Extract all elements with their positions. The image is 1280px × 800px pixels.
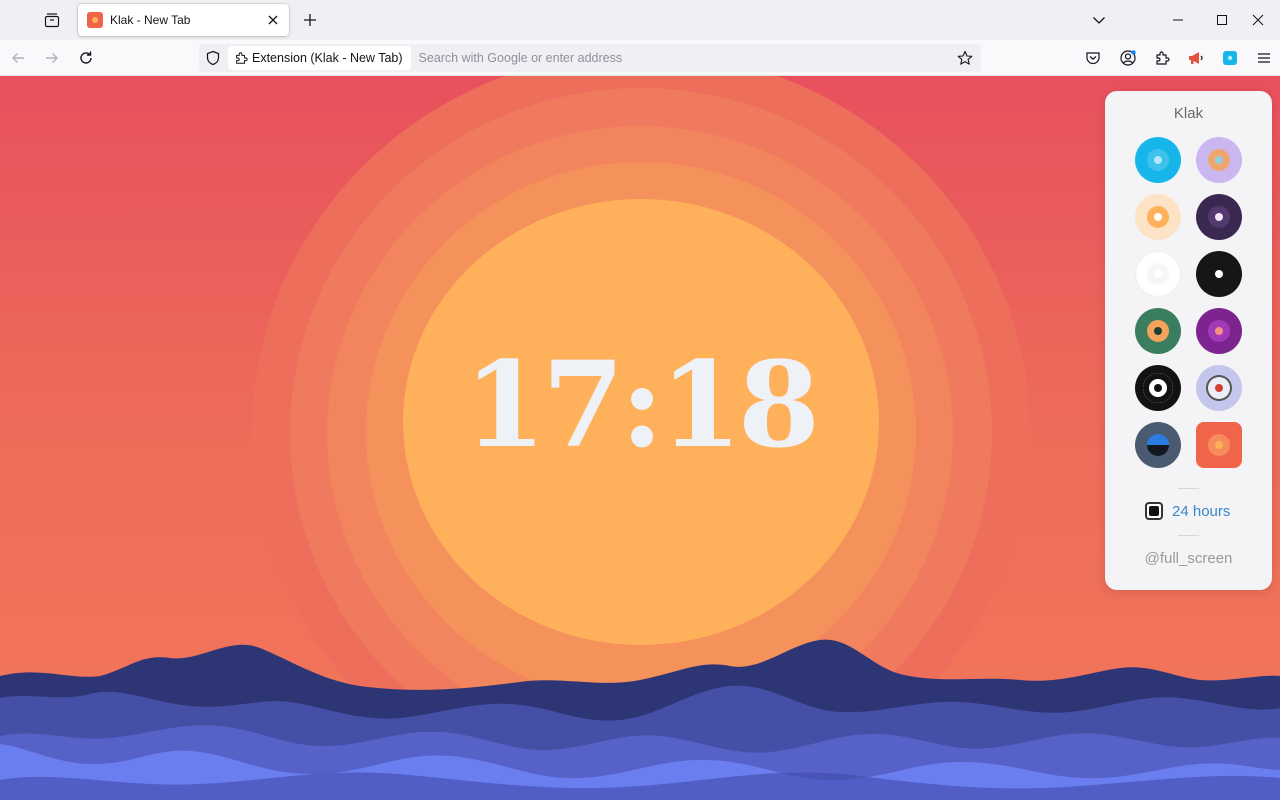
megaphone-icon: [1189, 52, 1203, 64]
theme-swatch-blue-sky[interactable]: [1135, 137, 1181, 183]
pocket-icon: [1086, 52, 1100, 65]
forward-arrow-icon: [46, 53, 58, 63]
klak-extension-button[interactable]: [1214, 42, 1246, 74]
puzzle-icon: [236, 52, 248, 64]
bookmark-star-button[interactable]: [951, 44, 979, 72]
close-icon: [268, 15, 278, 25]
reload-icon: [80, 51, 92, 64]
app-menu-button[interactable]: [1248, 42, 1280, 74]
swatch-dot: [1215, 441, 1223, 449]
theme-swatch-black[interactable]: [1196, 251, 1242, 297]
theme-swatch-periwinkle[interactable]: [1196, 365, 1242, 411]
reload-button[interactable]: [70, 42, 102, 74]
tab-list-icon: [44, 13, 60, 28]
swatch-dot: [1154, 156, 1162, 164]
swatch-dot: [1154, 270, 1162, 278]
24-hours-toggle[interactable]: 24 hours: [1145, 502, 1230, 520]
theme-swatch-white[interactable]: [1135, 251, 1181, 297]
extensions-button[interactable]: [1146, 42, 1178, 74]
account-button[interactable]: [1112, 42, 1144, 74]
forward-button[interactable]: [36, 42, 68, 74]
swatch-dot: [1215, 384, 1223, 392]
swatch-ring: [1208, 434, 1230, 456]
mountain-waves: [0, 639, 1280, 800]
theme-swatch-sunset[interactable]: [1196, 422, 1242, 468]
theme-swatch-ocean-night[interactable]: [1135, 422, 1181, 468]
close-window-icon: [1252, 14, 1264, 26]
announcement-button[interactable]: [1180, 42, 1212, 74]
swatch-ring: [1208, 320, 1230, 342]
panel-title: Klak: [1173, 105, 1204, 122]
list-all-tabs-button[interactable]: [1077, 0, 1121, 40]
swatch-ring: [1208, 206, 1230, 228]
swatch-ring: [1208, 263, 1230, 285]
shield-icon: [206, 50, 220, 66]
tab-title: Klak - New Tab: [110, 13, 191, 27]
klak-new-tab-page: 17:18: [0, 76, 1280, 800]
plus-icon: [304, 14, 316, 26]
account-icon: [1120, 50, 1136, 66]
tracking-protection-button[interactable]: [199, 44, 227, 72]
panel-divider-bottom: [1178, 535, 1199, 536]
swatch-ring: [1147, 206, 1169, 228]
swatch-dot: [1154, 384, 1162, 392]
theme-swatch-forest[interactable]: [1135, 308, 1181, 354]
theme-swatch-purple[interactable]: [1196, 308, 1242, 354]
swatch-dot: [1154, 213, 1162, 221]
maximize-icon: [1217, 15, 1227, 25]
swatch-ring: [1147, 263, 1169, 285]
theme-swatch-cream[interactable]: [1135, 194, 1181, 240]
back-button[interactable]: [2, 42, 34, 74]
theme-swatch-plum-night[interactable]: [1196, 194, 1242, 240]
swatch-dot: [1215, 213, 1223, 221]
navigation-toolbar: Extension (Klak - New Tab) Search with G…: [0, 40, 1280, 76]
swatch-dot: [1215, 327, 1223, 335]
24-hours-checkbox[interactable]: [1145, 502, 1163, 520]
tab-list-button[interactable]: [36, 6, 68, 34]
star-icon: [957, 50, 973, 65]
klak-extension-icon: [1223, 51, 1237, 65]
tab-strip: Klak - New Tab: [0, 0, 1280, 40]
pocket-button[interactable]: [1077, 42, 1109, 74]
klak-favicon-icon: [87, 12, 103, 28]
swatch-ring: [1208, 377, 1230, 399]
extension-identity-chip[interactable]: Extension (Klak - New Tab): [228, 46, 411, 70]
swatch-dot: [1154, 327, 1162, 335]
menu-icon: [1258, 53, 1270, 63]
klak-theme-panel: Klak 24 hours @full_screen: [1105, 91, 1272, 590]
swatch-ring: [1143, 373, 1173, 403]
panel-divider-top: [1178, 488, 1199, 489]
swatch-ring: [1147, 149, 1169, 171]
swatch-ring: [1147, 320, 1169, 342]
minimize-icon: [1173, 19, 1183, 21]
theme-swatch-bullseye[interactable]: [1135, 365, 1181, 411]
address-bar[interactable]: Extension (Klak - New Tab) Search with G…: [199, 44, 981, 72]
close-window-button[interactable]: [1236, 0, 1280, 40]
url-input[interactable]: Search with Google or enter address: [419, 51, 951, 65]
back-arrow-icon: [12, 53, 24, 63]
extension-chip-label: Extension (Klak - New Tab): [252, 51, 403, 65]
full-screen-link[interactable]: @full_screen: [1105, 550, 1272, 567]
chevron-down-icon: [1093, 17, 1105, 24]
tab-close-button[interactable]: [261, 8, 285, 32]
theme-swatch-lavender[interactable]: [1196, 137, 1242, 183]
active-tab[interactable]: Klak - New Tab: [78, 4, 289, 36]
minimize-button[interactable]: [1156, 0, 1200, 40]
24-hours-label[interactable]: 24 hours: [1172, 503, 1230, 520]
swatch-ring: [1147, 434, 1169, 456]
swatch-ring: [1208, 149, 1230, 171]
swatch-dot: [1215, 270, 1223, 278]
new-tab-button[interactable]: [296, 6, 324, 34]
swatch-dot: [1215, 156, 1223, 164]
extensions-icon: [1156, 51, 1170, 65]
